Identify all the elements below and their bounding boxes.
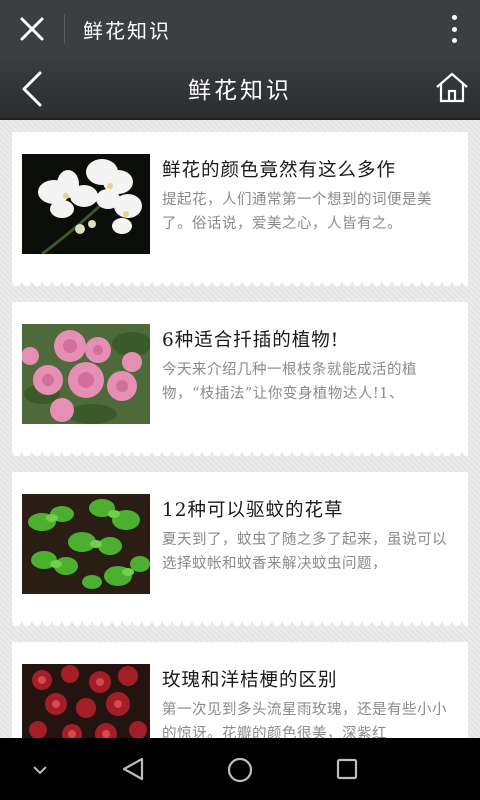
article-title: 玫瑰和洋桔梗的区别 — [162, 670, 338, 691]
page-title: 鲜花知识 — [188, 78, 292, 104]
article-summary: 夏天到了，蚊虫了随之多了起来，虽说可以选择蚊帐和蚊香来解决蚊虫问题， — [162, 532, 447, 572]
article-list[interactable]: 鲜花的颜色竟然有这么多作 提起花，人们通常第一个想到的词便是美了。俗话说，爱美之… — [0, 120, 480, 738]
home-icon — [436, 72, 468, 103]
top-bar: 鲜花知识 — [0, 0, 480, 58]
system-nav-bar — [0, 738, 480, 800]
triangle-back-icon — [122, 757, 144, 781]
more-vertical-icon — [451, 15, 457, 20]
article-title: 12种可以驱蚊的花草 — [162, 500, 344, 521]
square-recents-icon — [336, 758, 358, 780]
article-title: 6种适合扦插的植物! — [162, 330, 340, 351]
circle-home-icon — [227, 757, 253, 783]
article-thumbnail — [22, 664, 150, 738]
article-thumbnail — [22, 154, 150, 254]
more-dot — [451, 26, 457, 32]
page-header: 鲜花知识 — [0, 58, 480, 120]
back-button[interactable] — [14, 68, 50, 110]
home-nav-button[interactable] — [222, 752, 258, 788]
back-nav-button[interactable] — [116, 752, 150, 786]
hide-keyboard-button[interactable] — [26, 756, 54, 784]
article-thumbnail — [22, 324, 150, 424]
close-button[interactable] — [0, 0, 64, 58]
article-summary: 今天来介绍几种一根枝条就能成活的植物，“枝插法”让你变身植物达人!1、 — [162, 362, 417, 402]
article-card[interactable]: 玫瑰和洋桔梗的区别 第一次见到多头流星雨玫瑰，还是有些小小的惊讶。花瓣的颜色很美… — [12, 642, 468, 738]
article-thumbnail — [22, 494, 150, 594]
close-icon — [20, 17, 44, 41]
more-dot — [451, 38, 457, 43]
article-title: 鲜花的颜色竟然有这么多作 — [162, 160, 397, 181]
recents-nav-button[interactable] — [330, 752, 364, 786]
more-button[interactable] — [446, 12, 462, 46]
chevron-left-icon — [22, 71, 42, 107]
article-card[interactable]: 12种可以驱蚊的花草 夏天到了，蚊虫了随之多了起来，虽说可以选择蚊帐和蚊香来解决… — [12, 472, 468, 630]
chevron-down-icon — [33, 766, 47, 775]
article-card[interactable]: 鲜花的颜色竟然有这么多作 提起花，人们通常第一个想到的词便是美了。俗话说，爱美之… — [12, 132, 468, 290]
article-summary: 第一次见到多头流星雨玫瑰，还是有些小小的惊讶。花瓣的颜色很美，深紫红 — [162, 702, 447, 738]
home-button[interactable] — [434, 70, 470, 106]
article-summary: 提起花，人们通常第一个想到的词便是美了。俗话说，爱美之心，人皆有之。 — [162, 192, 432, 232]
article-card[interactable]: 6种适合扦插的植物! 今天来介绍几种一根枝条就能成活的植物，“枝插法”让你变身植… — [12, 302, 468, 460]
divider — [64, 14, 65, 44]
window-title: 鲜花知识 — [83, 18, 171, 43]
